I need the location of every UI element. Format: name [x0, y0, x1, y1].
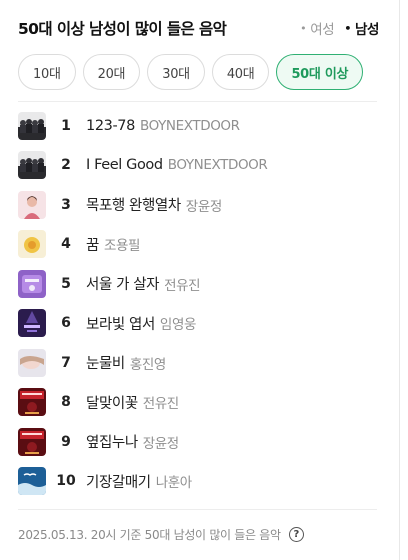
song-rank: 5: [61, 275, 71, 292]
song-rank: 3: [61, 196, 71, 213]
song-row[interactable]: 8 달맞이꽃 전유진: [18, 383, 377, 423]
song-title[interactable]: I Feel Good: [86, 157, 163, 173]
song-title[interactable]: 눈물비: [86, 352, 125, 373]
song-rank: 4: [61, 236, 71, 253]
song-title[interactable]: 꿈: [86, 234, 99, 255]
song-row[interactable]: 6 보라빛 엽서 임영웅: [18, 304, 377, 344]
album-cover[interactable]: [18, 427, 46, 456]
song-row[interactable]: 3 목포행 완행열차 장윤정: [18, 185, 377, 225]
song-list: 1 123-78 BOYNEXTDOOR 2 I Feel Good BOYNEXTDOO…: [18, 106, 377, 501]
divider: [18, 101, 377, 102]
album-cover[interactable]: [18, 388, 46, 417]
age-tabs: 10대 20대 30대 40대 50대 이상: [18, 54, 364, 90]
song-artist[interactable]: 전유진: [164, 274, 200, 294]
album-cover[interactable]: [18, 269, 46, 298]
album-cover[interactable]: [18, 309, 46, 338]
chart-header: 50대 이상 남성이 많이 들은 음악 • 여성 • 남성: [18, 14, 379, 42]
gender-toggle: • 여성 • 남성: [300, 18, 379, 38]
song-row[interactable]: 1 123-78 BOYNEXTDOOR: [18, 106, 377, 146]
song-artist[interactable]: 조용필: [104, 234, 140, 254]
song-artist[interactable]: 장윤정: [186, 195, 222, 215]
song-title[interactable]: 123-78: [86, 118, 135, 134]
song-row[interactable]: 4 꿈 조용필: [18, 225, 377, 265]
song-row[interactable]: 9 옆집누나 장윤정: [18, 422, 377, 462]
gender-male-label: 남성: [354, 22, 379, 38]
tab-30s[interactable]: 30대: [147, 54, 205, 90]
song-title[interactable]: 서울 가 살자: [86, 273, 160, 294]
tab-40s[interactable]: 40대: [211, 54, 270, 90]
song-rank: 9: [61, 433, 71, 450]
song-artist[interactable]: BOYNEXTDOOR: [140, 118, 240, 134]
gender-male-option[interactable]: • 남성: [344, 18, 379, 38]
song-title[interactable]: 옆집누나: [86, 431, 138, 452]
gender-female-label: 여성: [310, 22, 335, 38]
album-cover[interactable]: [18, 111, 46, 140]
album-cover[interactable]: [18, 467, 46, 496]
song-artist[interactable]: 장윤정: [143, 432, 179, 452]
bullet-icon: •: [300, 21, 307, 35]
song-artist[interactable]: BOYNEXTDOOR: [168, 157, 268, 173]
tab-20s[interactable]: 20대: [82, 54, 141, 90]
song-title[interactable]: 보라빛 엽서: [86, 313, 155, 334]
song-title[interactable]: 달맞이꽃: [86, 392, 138, 413]
song-title[interactable]: 기장갈매기: [86, 471, 151, 492]
song-artist[interactable]: 나훈아: [156, 471, 192, 491]
song-rank: 8: [61, 394, 71, 411]
album-cover[interactable]: [18, 348, 46, 377]
song-rank: 1: [61, 117, 71, 134]
album-cover[interactable]: [18, 151, 46, 180]
song-title[interactable]: 목포행 완행열차: [86, 194, 181, 215]
song-row[interactable]: 10 기장갈매기 나훈아: [18, 462, 377, 502]
help-icon[interactable]: ?: [288, 527, 304, 542]
divider: [18, 509, 377, 510]
bullet-icon: •: [344, 21, 351, 35]
tab-10s[interactable]: 10대: [18, 54, 76, 90]
song-artist[interactable]: 전유진: [143, 392, 179, 412]
footer-note: 2025.05.13. 20시 기준 50대 남성이 많이 들은 음악: [18, 528, 281, 542]
song-row[interactable]: 7 눈물비 홍진영: [18, 343, 377, 383]
song-rank: 10: [56, 473, 76, 490]
album-cover[interactable]: [18, 190, 46, 219]
chart-title: 50대 이상 남성이 많이 들은 음악: [18, 20, 227, 38]
song-row[interactable]: 2 I Feel Good BOYNEXTDOOR: [18, 146, 377, 186]
song-artist[interactable]: 임영웅: [160, 313, 196, 333]
tab-50s-plus[interactable]: 50대 이상: [276, 54, 364, 90]
song-row[interactable]: 5 서울 가 살자 전유진: [18, 264, 377, 304]
song-rank: 6: [61, 315, 71, 332]
chart-footer: 2025.05.13. 20시 기준 50대 남성이 많이 들은 음악 ?: [18, 526, 304, 543]
album-cover[interactable]: [18, 230, 46, 259]
song-rank: 7: [61, 354, 71, 371]
chart-card: 50대 이상 남성이 많이 들은 음악 • 여성 • 남성 10대 20대 30…: [0, 0, 400, 560]
gender-female-option[interactable]: • 여성: [300, 18, 335, 38]
song-rank: 2: [61, 157, 71, 174]
song-artist[interactable]: 홍진영: [130, 353, 166, 373]
